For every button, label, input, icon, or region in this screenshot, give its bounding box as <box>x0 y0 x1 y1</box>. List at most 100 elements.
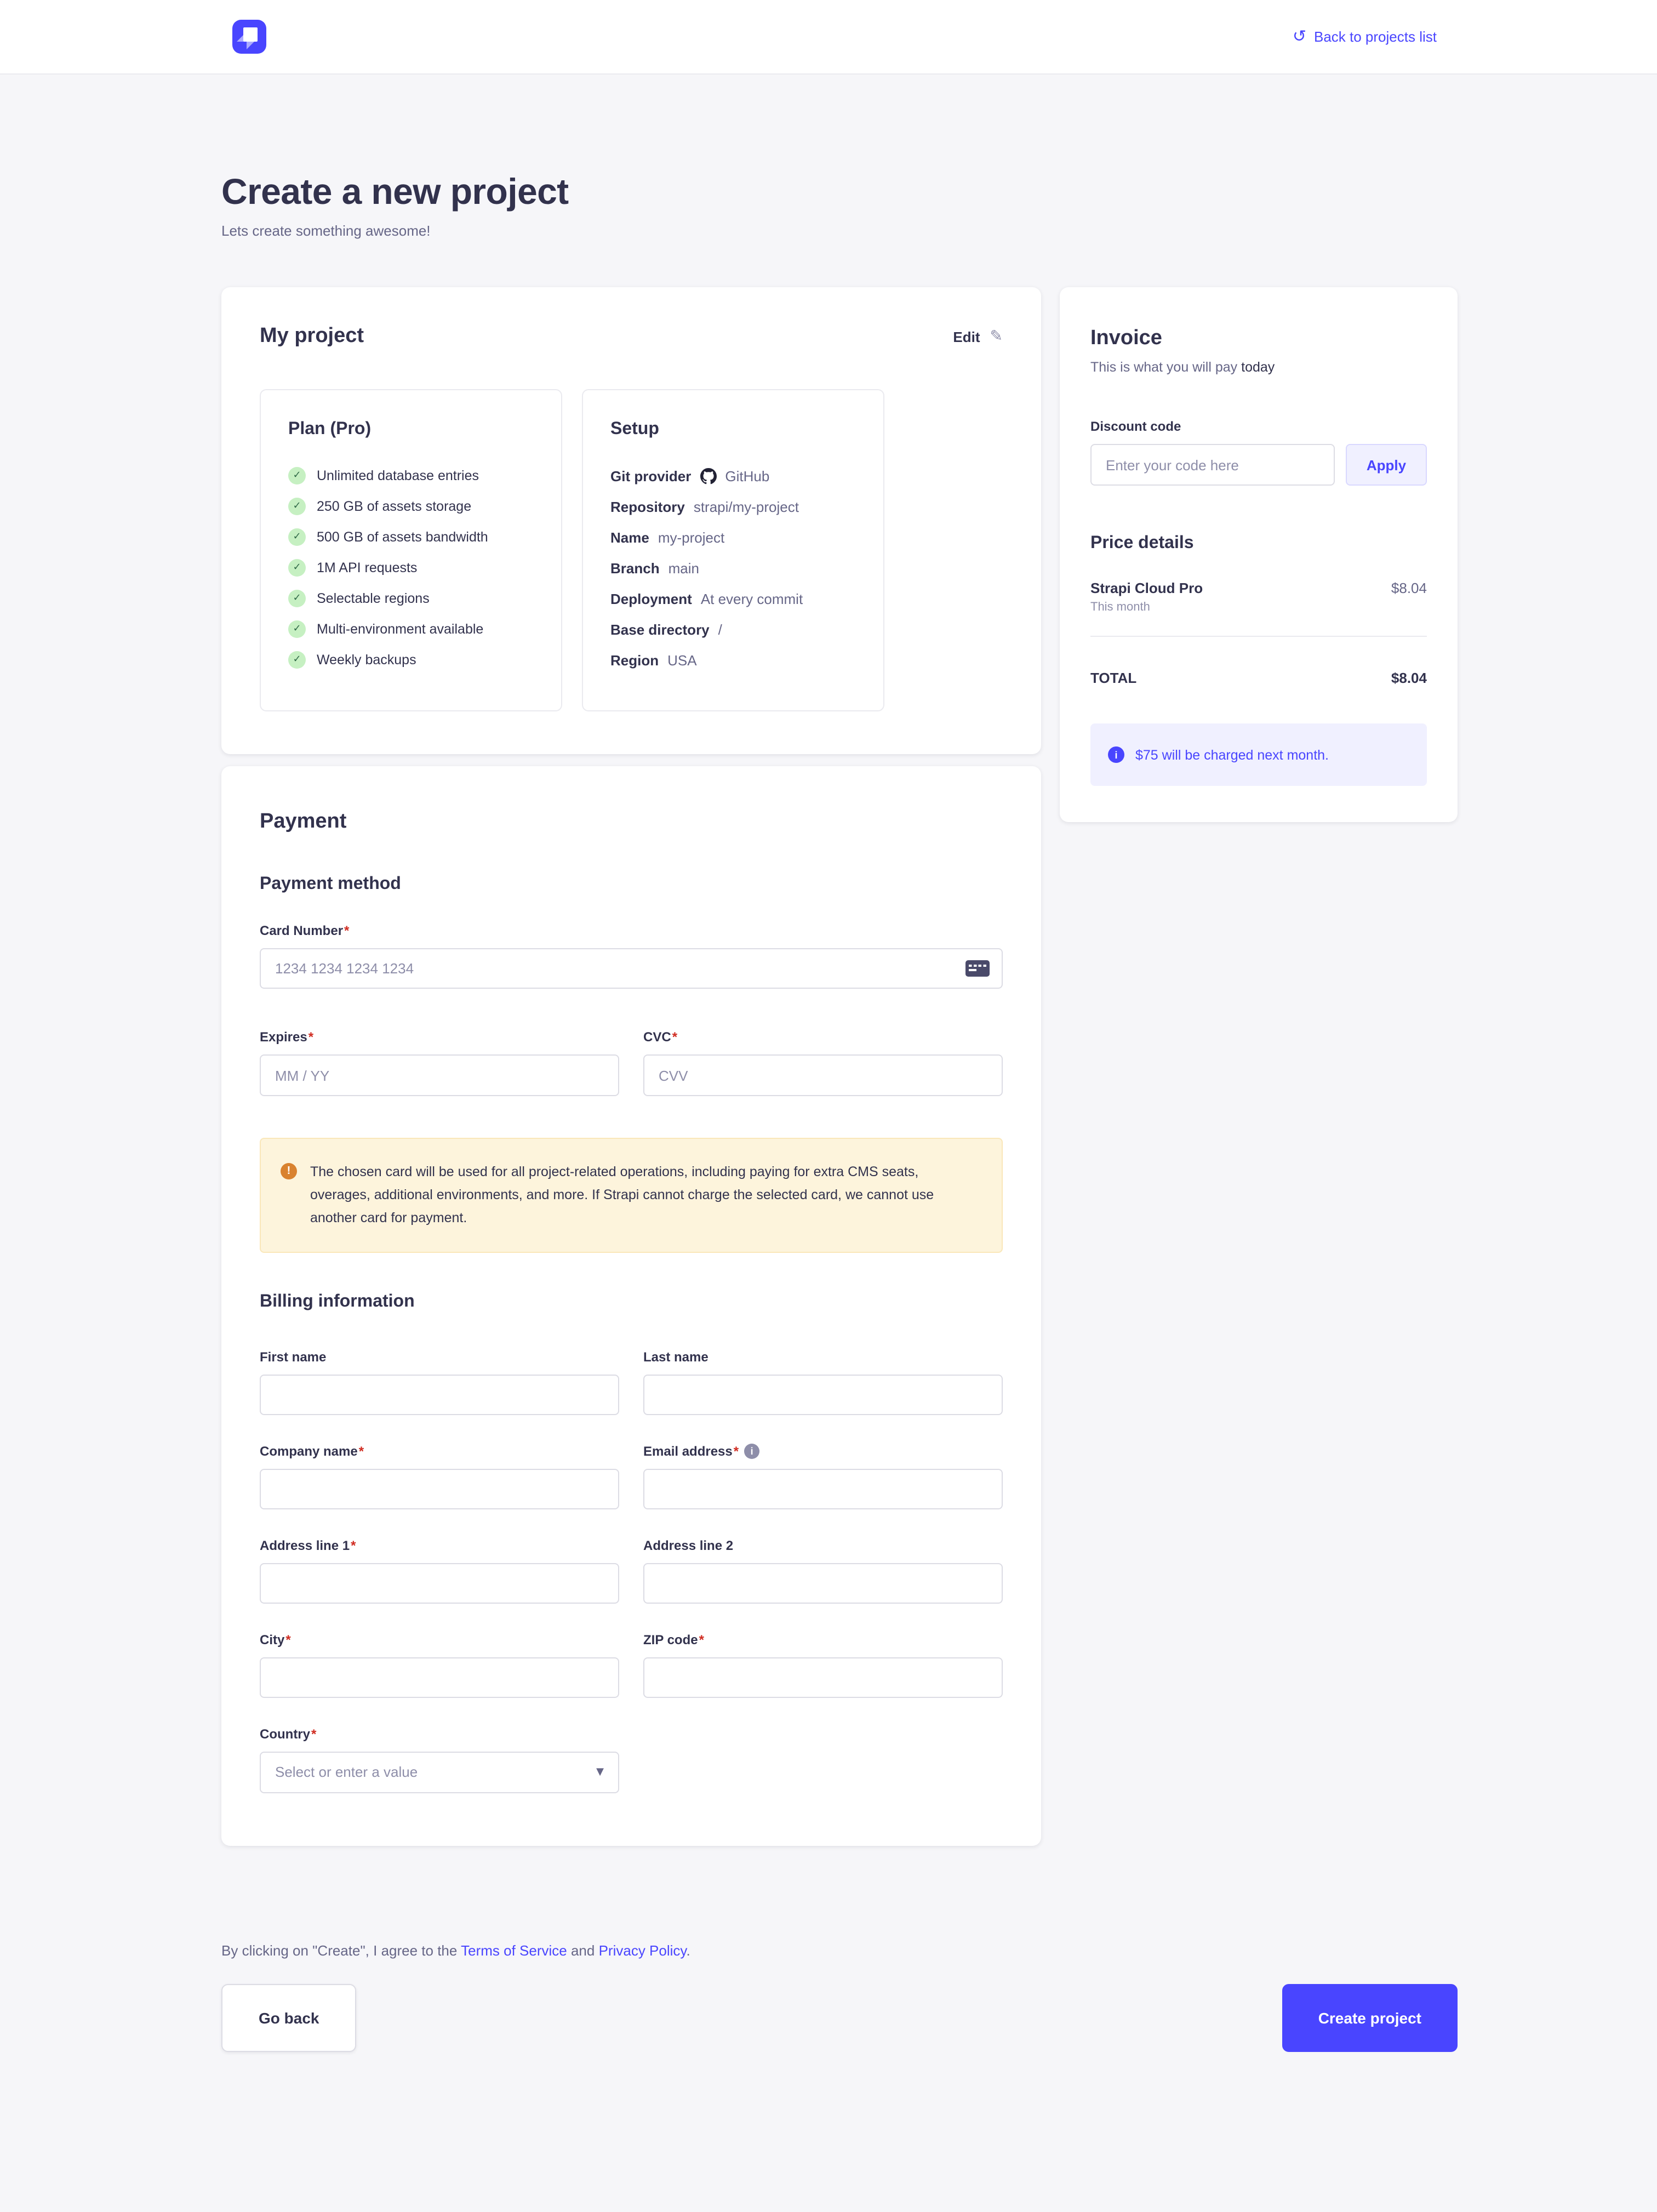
cvc-label-text: CVC <box>643 1029 671 1045</box>
address-line1-label-text: Address line 1 <box>260 1537 350 1553</box>
payment-heading: Payment <box>260 810 1003 834</box>
setup-row-value: GitHub <box>725 468 769 484</box>
required-marker: * <box>351 1537 356 1553</box>
setup-row-value: main <box>668 560 699 577</box>
top-navigation-bar: ↺ Back to projects list <box>0 0 1657 75</box>
go-back-button[interactable]: Go back <box>221 1984 357 2052</box>
plan-feature: ✓500 GB of assets bandwidth <box>288 528 534 546</box>
expires-input[interactable] <box>260 1054 619 1096</box>
zip-code-label: ZIP code* <box>643 1632 1003 1647</box>
country-select[interactable]: Select or enter a value ▼ <box>260 1751 619 1793</box>
setup-row-label: Base directory <box>610 622 710 638</box>
create-project-button[interactable]: Create project <box>1282 1984 1458 2052</box>
setup-row-deployment: Deployment At every commit <box>610 590 856 608</box>
plan-feature: ✓Weekly backups <box>288 651 534 669</box>
privacy-policy-link[interactable]: Privacy Policy <box>599 1942 687 1959</box>
setup-row-label: Deployment <box>610 591 692 607</box>
logo-square <box>243 27 258 42</box>
zip-field-group: ZIP code* <box>643 1632 1003 1697</box>
company-name-input[interactable] <box>260 1468 619 1509</box>
address-line2-label: Address line 2 <box>643 1537 1003 1553</box>
footer-actions: Go back Create project <box>221 1984 1458 2052</box>
setup-row-label: Repository <box>610 499 685 515</box>
invoice-card: Invoice This is what you will pay today … <box>1060 287 1458 822</box>
city-field-group: City* <box>260 1632 619 1697</box>
warning-text: The chosen card will be used for all pro… <box>310 1161 982 1229</box>
first-name-input[interactable] <box>260 1374 619 1415</box>
line-item-period: This month <box>1090 601 1427 614</box>
address2-field-group: Address line 2 <box>643 1537 1003 1603</box>
address-line2-label-text: Address line 2 <box>643 1537 733 1553</box>
email-address-input[interactable] <box>643 1468 1003 1509</box>
plan-feature-label: 1M API requests <box>317 560 417 575</box>
first-name-label-text: First name <box>260 1349 326 1364</box>
next-month-charge-note: i $75 will be charged next month. <box>1090 723 1427 786</box>
required-marker: * <box>699 1632 704 1647</box>
terms-agreement-text: By clicking on "Create", I agree to the … <box>221 1942 1458 1959</box>
expires-label-text: Expires <box>260 1029 307 1045</box>
page-title: Create a new project <box>221 171 1458 213</box>
address-line1-input[interactable] <box>260 1563 619 1603</box>
card-number-input[interactable] <box>260 948 1003 989</box>
email-address-label: Email address* i <box>643 1443 1003 1458</box>
setup-row-label: Region <box>610 652 659 669</box>
check-icon: ✓ <box>288 559 306 577</box>
city-input[interactable] <box>260 1657 619 1697</box>
country-select-placeholder: Select or enter a value <box>275 1764 418 1780</box>
page: ↺ Back to projects list Create a new pro… <box>0 0 1657 2212</box>
back-to-projects-link[interactable]: ↺ Back to projects list <box>1293 28 1437 45</box>
address-line2-input[interactable] <box>643 1563 1003 1603</box>
price-details-heading: Price details <box>1090 534 1427 554</box>
payment-card: Payment Payment method Card Number* Expi… <box>221 766 1041 1846</box>
main-content: Create a new project Lets create somethi… <box>221 171 1458 2052</box>
email-address-label-text: Email address <box>643 1443 733 1458</box>
setup-row-value: / <box>718 622 722 638</box>
city-label-text: City <box>260 1632 284 1647</box>
company-name-label: Company name* <box>260 1443 619 1458</box>
check-icon: ✓ <box>288 620 306 638</box>
plan-heading: Plan (Pro) <box>288 420 534 440</box>
check-icon: ✓ <box>288 467 306 484</box>
email-info-icon[interactable]: i <box>744 1443 759 1458</box>
required-marker: * <box>285 1632 290 1647</box>
plan-feature-list: ✓Unlimited database entries ✓250 GB of a… <box>288 467 534 669</box>
plan-feature: ✓Selectable regions <box>288 590 534 607</box>
setup-row-label: Git provider <box>610 468 691 484</box>
page-subtitle: Lets create something awesome! <box>221 223 1458 239</box>
country-label: Country* <box>260 1726 619 1741</box>
zip-code-label-text: ZIP code <box>643 1632 698 1647</box>
pencil-icon: ✎ <box>990 329 1003 344</box>
terms-suffix: . <box>687 1942 690 1959</box>
terms-of-service-link[interactable]: Terms of Service <box>461 1942 567 1959</box>
info-icon: i <box>1108 746 1124 763</box>
apply-discount-button[interactable]: Apply <box>1346 444 1427 486</box>
payment-method-heading: Payment method <box>260 875 1003 894</box>
github-icon <box>700 468 716 484</box>
discount-code-input[interactable] <box>1090 444 1335 486</box>
address-line1-label: Address line 1* <box>260 1537 619 1553</box>
back-arrow-icon: ↺ <box>1293 28 1306 45</box>
logo-triangle-bottom <box>247 42 254 49</box>
card-number-label: Card Number* <box>260 923 1003 938</box>
required-marker: * <box>734 1443 739 1458</box>
card-usage-warning: ! The chosen card will be used for all p… <box>260 1138 1003 1252</box>
last-name-label: Last name <box>643 1349 1003 1364</box>
last-name-input[interactable] <box>643 1374 1003 1415</box>
setup-row-region: Region USA <box>610 651 856 670</box>
invoice-subtitle: This is what you will pay today <box>1090 360 1427 375</box>
edit-label: Edit <box>953 328 980 345</box>
setup-row-base-directory: Base directory / <box>610 620 856 639</box>
zip-code-input[interactable] <box>643 1657 1003 1697</box>
total-row: TOTAL $8.04 <box>1090 670 1427 686</box>
setup-rows: Git provider GitHub Repository strapi/my… <box>610 467 856 670</box>
plan-feature-label: Selectable regions <box>317 591 430 606</box>
first-name-field-group: First name <box>260 1349 619 1415</box>
terms-prefix: By clicking on "Create", I agree to the <box>221 1942 461 1959</box>
cvc-input[interactable] <box>643 1054 1003 1096</box>
country-field-group: Country* Select or enter a value ▼ <box>260 1726 619 1793</box>
plan-feature-label: Weekly backups <box>317 652 416 668</box>
setup-row-git-provider: Git provider GitHub <box>610 467 856 486</box>
edit-project-button[interactable]: Edit ✎ <box>953 328 1003 345</box>
total-label: TOTAL <box>1090 670 1136 686</box>
strapi-cloud-logo[interactable] <box>232 20 266 54</box>
